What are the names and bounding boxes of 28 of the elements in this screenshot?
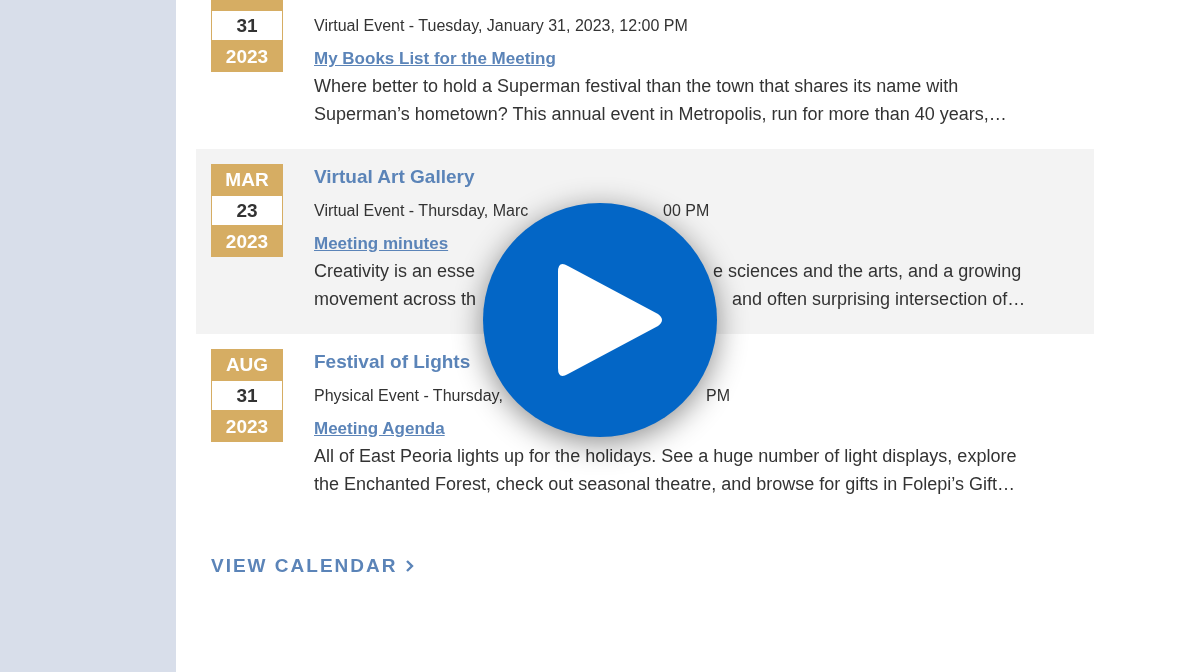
event-day: 23 [211,195,283,226]
event-description: the Enchanted Forest, check out seasonal theatre, and browse for gifts in Folepi’s Gift… [314,474,1016,494]
event-description: and often surprising intersection of… [732,288,1026,311]
event-link[interactable]: Meeting Agenda [314,416,445,442]
event-meta: Virtual Event - Thursday, Marc [314,202,529,219]
event-description: Superman’s hometown? This annual event in Metropolis, run for more than 40 years,… [314,104,1007,124]
event-meta: Physical Event - Thursday, [314,387,503,404]
event-description: Creativity is an esse [314,261,476,281]
event-description: Where better to hold a Superman festival than the town that shares its name with [314,76,959,96]
event-title: Festival of Lights [314,351,471,372]
event-link[interactable]: My Books List for the Meeting [314,46,556,72]
chevron-right-icon [405,559,415,573]
event-month: MAR [211,164,283,195]
event-year: 2023 [211,411,283,442]
event-day: 31 [211,380,283,411]
event-description: All of East Peoria lights up for the holidays. See a huge number of light displays, explore [314,446,1017,466]
event-title: Virtual Art Gallery [314,166,475,187]
event-meta: PM [706,386,730,406]
event-link[interactable]: Meeting minutes [314,231,449,257]
event-year: 2023 [211,226,283,257]
event-day: 31 [211,10,283,41]
view-calendar-link[interactable]: VIEW CALENDAR [211,555,415,577]
event-year: 2023 [211,41,283,72]
event-description: e sciences and the arts, and a growing [713,260,1022,283]
event-meta: Virtual Event - Tuesday, January 31, 2023, 12:00 PM [314,17,688,34]
event-month: AUG [211,349,283,380]
event-description: movement across th [314,289,477,309]
event-meta: 00 PM [663,201,710,221]
